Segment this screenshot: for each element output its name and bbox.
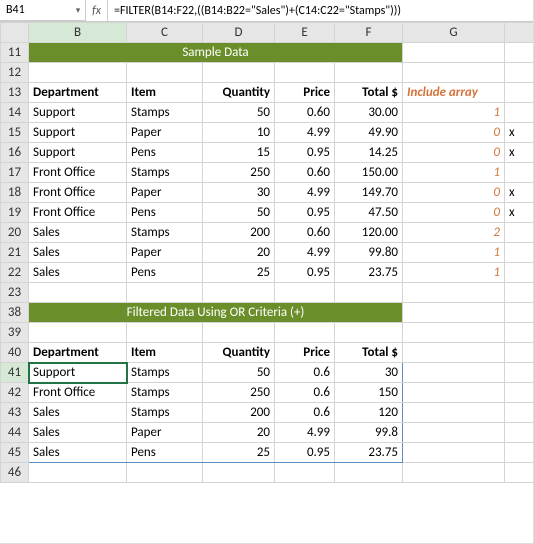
row-43[interactable]: 43 [1,403,29,423]
row-44[interactable]: 44 [1,423,29,443]
cell[interactable] [505,43,534,63]
cell-total[interactable]: 30.00 [335,103,403,123]
hdr-item[interactable]: Item [127,83,203,103]
row-21[interactable]: 21 [1,243,29,263]
cell-item[interactable]: Stamps [127,103,203,123]
cell-inc[interactable]: 1 [403,103,505,123]
cell[interactable] [403,43,505,63]
col-E[interactable]: E [275,23,335,43]
row-12[interactable]: 12 [1,63,29,83]
formula-text: =FILTER(B14:F22,((B14:B22="Sales")+(C14:… [114,4,401,18]
col-C[interactable]: C [127,23,203,43]
selected-cell[interactable]: Support [29,363,127,383]
title-filtered: Filtered Data Using OR Criteria (+) [29,303,403,323]
row-14[interactable]: 14 [1,103,29,123]
hdr-dept[interactable]: Department [29,83,127,103]
cell-price[interactable]: 0.60 [275,103,335,123]
row-42[interactable]: 42 [1,383,29,403]
row-19[interactable]: 19 [1,203,29,223]
col-G[interactable]: G [403,23,505,43]
row-23[interactable]: 23 [1,283,29,303]
row-41[interactable]: 41 [1,363,29,383]
cell-dept[interactable]: Support [29,103,127,123]
row-22[interactable]: 22 [1,263,29,283]
col-B[interactable]: B [29,23,127,43]
row-15[interactable]: 15 [1,123,29,143]
hdr-qty[interactable]: Quantity [203,83,275,103]
row-11[interactable]: 11 [1,43,29,63]
chevron-down-icon[interactable]: ▾ [73,5,83,15]
hdr-price[interactable]: Price [275,83,335,103]
title-sample: Sample Data [29,43,403,63]
formula-bar: B41 ▾ fx =FILTER(B14:F22,((B14:B22="Sale… [0,0,533,22]
formula-input[interactable]: =FILTER(B14:F22,((B14:B22="Sales")+(C14:… [108,0,533,21]
row-20[interactable]: 20 [1,223,29,243]
hdr-include[interactable]: Include array [403,83,505,103]
col-F[interactable]: F [335,23,403,43]
select-all[interactable] [1,23,29,43]
name-box-value: B41 [6,3,25,17]
cell-x[interactable] [505,103,534,123]
row-39[interactable]: 39 [1,323,29,343]
row-18[interactable]: 18 [1,183,29,203]
name-box[interactable]: B41 ▾ [0,0,86,21]
col-header-row: B C D E F G [1,23,534,43]
row-45[interactable]: 45 [1,443,29,463]
fx-button[interactable]: fx [86,0,108,21]
hdr-total[interactable]: Total $ [335,83,403,103]
cell-qty[interactable]: 50 [203,103,275,123]
col-overflow[interactable] [505,23,534,43]
row-17[interactable]: 17 [1,163,29,183]
row-40[interactable]: 40 [1,343,29,363]
row-13[interactable]: 13 [1,83,29,103]
row-16[interactable]: 16 [1,143,29,163]
col-D[interactable]: D [203,23,275,43]
row-38[interactable]: 38 [1,303,29,323]
spreadsheet-grid[interactable]: B C D E F G 11 Sample Data 12 13 Departm… [0,22,534,483]
row-46[interactable]: 46 [1,463,29,483]
